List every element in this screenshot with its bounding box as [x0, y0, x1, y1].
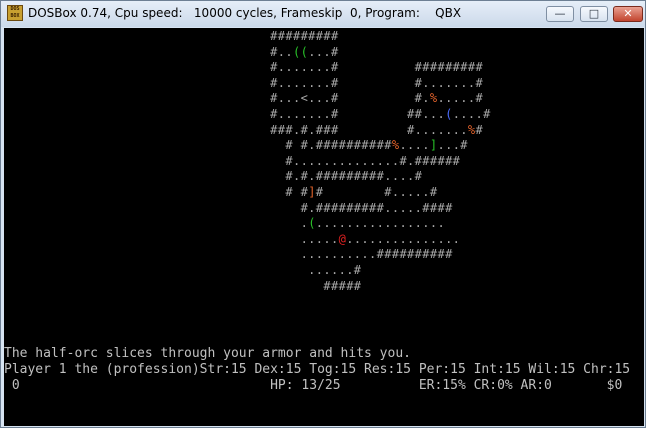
close-button[interactable]: ✕ — [613, 6, 643, 22]
status-line-vitals: 0 HP: 13/25 ER:15% CR:0% AR:0 $0 — [4, 378, 623, 393]
map-row: #..............#.###### — [4, 154, 460, 169]
map-glyphs: #..............#.###### — [4, 153, 461, 168]
map-row: ###.#.### #.......%# — [4, 123, 483, 138]
map-glyphs: ...# — [437, 138, 468, 153]
map-row: ......# — [4, 263, 361, 278]
map-glyphs: #.#########.....#### — [4, 200, 453, 215]
map-glyphs: (( — [292, 44, 309, 59]
map-row: #..((...# — [4, 45, 339, 60]
map-glyphs: ......# — [4, 263, 362, 277]
map-glyphs: # # — [4, 185, 309, 199]
map-glyphs: #.#.#########....# — [4, 169, 423, 184]
map-glyphs: # — [475, 122, 484, 137]
map-glyphs: #.......# ######### — [4, 60, 484, 75]
map-glyphs: ] — [308, 185, 316, 199]
map-row: # #]# #.....# — [4, 185, 437, 200]
map-glyphs: # #.....# — [315, 185, 438, 199]
map-glyphs: .....# — [437, 91, 484, 106]
map-row: #...<...# #.%.....# — [4, 91, 483, 106]
maximize-button[interactable]: □ — [580, 6, 608, 22]
map-glyphs: ( — [308, 216, 316, 231]
map-glyphs: #.......# #.......# — [4, 75, 484, 90]
map-glyphs: . — [4, 216, 309, 231]
map-glyphs: ######### — [4, 29, 339, 43]
map-glyphs: #.. — [4, 44, 293, 59]
map-glyphs: ##### — [4, 278, 362, 293]
map-glyphs: ...# — [308, 44, 339, 59]
window-title: DOSBox 0.74, Cpu speed: 10000 cycles, Fr… — [28, 6, 462, 20]
map-row: #.......# ######### — [4, 60, 483, 75]
map-row: #.#.#########....# — [4, 169, 422, 184]
status-line-stats: Player 1 the (profession)Str:15 Dex:15 T… — [4, 362, 631, 377]
map-glyphs: #...<...# #. — [4, 91, 430, 106]
map-glyphs: #.......# ##... — [4, 107, 446, 121]
map-glyphs: ..........########## — [4, 247, 453, 262]
minimize-button[interactable]: — — [546, 6, 574, 22]
title-bar[interactable]: DOS BOX DOSBox 0.74, Cpu speed: 10000 cy… — [1, 1, 645, 27]
map-glyphs: ..... — [4, 231, 339, 246]
map-row: ..........########## — [4, 247, 453, 262]
dos-screen[interactable]: ######### #..((...# #.......# ######### … — [4, 28, 644, 426]
map-glyphs: ....# — [452, 107, 491, 121]
map-row: #.......# ##...(....# — [4, 107, 491, 122]
map-row: ######### — [4, 29, 339, 44]
dosbox-window: DOS BOX DOSBox 0.74, Cpu speed: 10000 cy… — [0, 0, 646, 428]
map-glyphs: .... — [399, 138, 430, 153]
map-row: ##### — [4, 279, 361, 294]
map-glyphs: ###.#.### #....... — [4, 122, 468, 137]
map-row: .(................. — [4, 216, 445, 231]
map-glyphs: # #.########## — [4, 138, 392, 153]
map-row: .....@............... — [4, 232, 460, 247]
map-glyphs: ............... — [346, 231, 461, 246]
map-glyphs: % — [467, 122, 476, 137]
map-glyphs: ( — [445, 107, 453, 121]
map-row: #.......# #.......# — [4, 76, 483, 91]
dosbox-app-icon[interactable]: DOS BOX — [7, 5, 23, 21]
map-glyphs: ................. — [315, 216, 446, 231]
combat-message: The half-orc slices through your armor a… — [4, 346, 411, 361]
map-row: # #.##########%....]...# — [4, 138, 468, 153]
map-row: #.#########.....#### — [4, 201, 453, 216]
